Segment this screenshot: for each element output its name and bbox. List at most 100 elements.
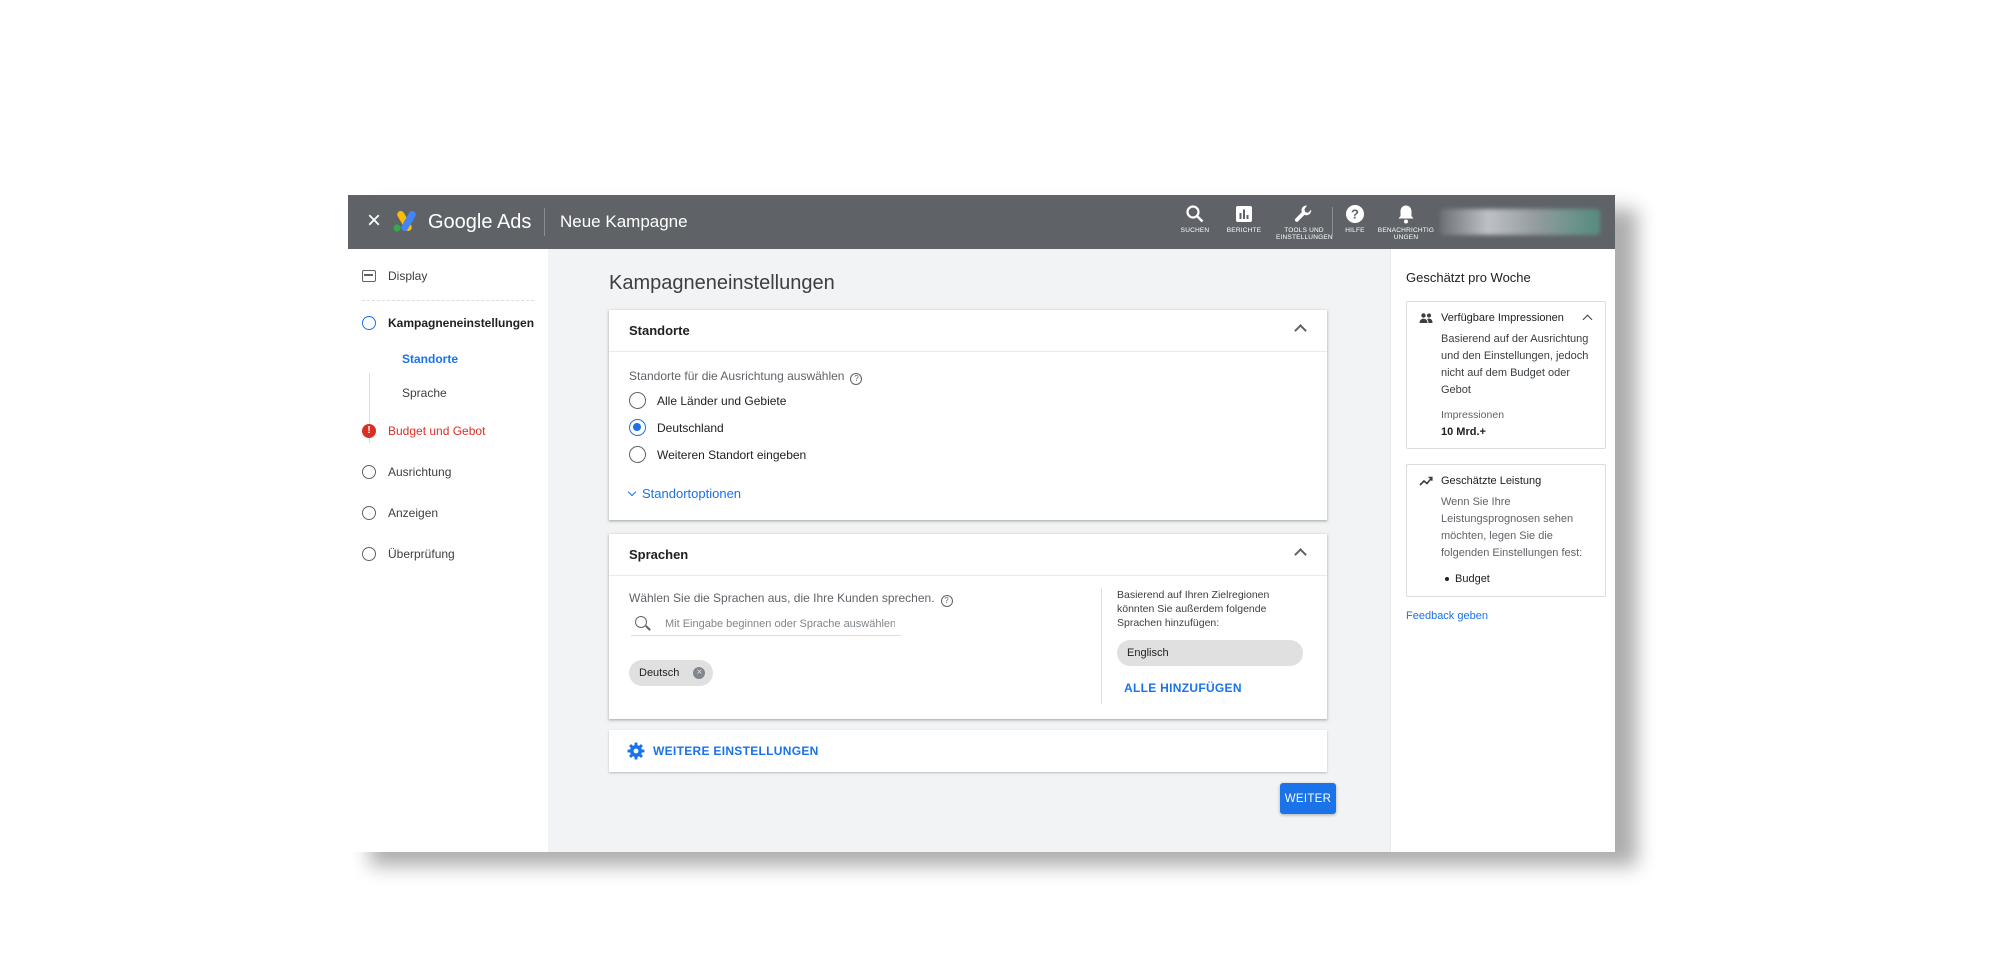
wrench-icon — [1294, 205, 1312, 222]
feedback-link[interactable]: Feedback geben — [1406, 608, 1488, 624]
nav-step-label: Anzeigen — [388, 506, 439, 520]
nav-step-label: Ausrichtung — [388, 465, 452, 479]
next-button[interactable]: WEITER — [1280, 783, 1336, 814]
performance-heading: Geschätzte Leistung — [1441, 475, 1542, 487]
step-circle-icon — [362, 506, 376, 520]
toolbar-help-label: HILFE — [1345, 227, 1365, 234]
impressions-heading: Verfügbare Impressionen — [1441, 312, 1564, 324]
languages-card-title: Sprachen — [629, 547, 689, 562]
toolbar-reports[interactable]: BERICHTE — [1224, 203, 1264, 234]
location-option-label: Alle Länder und Gebiete — [657, 394, 787, 408]
languages-card-header[interactable]: Sprachen — [609, 534, 1327, 576]
account-avatar[interactable] — [1440, 209, 1600, 235]
nav-step-label: Budget und Gebot — [388, 424, 486, 438]
language-search[interactable] — [631, 614, 901, 636]
radio-unchecked-icon[interactable] — [629, 392, 646, 409]
trend-up-icon — [1419, 476, 1433, 486]
impressions-metric-label: Impressionen — [1441, 409, 1505, 421]
nav-campaign-type-label: Display — [388, 269, 428, 283]
page-name: Neue Kampagne — [560, 212, 688, 231]
step-active-icon — [362, 316, 376, 330]
locations-field-label-text: Standorte für die Ausrichtung auswählen — [629, 369, 845, 383]
nav-step-budget[interactable]: Budget und Gebot — [362, 421, 548, 441]
help-icon[interactable]: ? — [940, 595, 953, 607]
language-search-input[interactable] — [665, 616, 895, 632]
help-icon: ? — [1346, 205, 1364, 223]
locations-card-header[interactable]: Standorte — [609, 310, 1327, 352]
nav-campaign-type: Display — [362, 267, 534, 301]
toolbar-help[interactable]: ? HILFE — [1340, 203, 1370, 234]
nav-substep-locations[interactable]: Standorte — [402, 350, 458, 368]
toolbar-separator — [1332, 207, 1333, 237]
remove-chip-icon[interactable]: × — [693, 667, 706, 679]
toolbar-tools-label-1: TOOLS UND — [1284, 227, 1324, 234]
nav-step-campaign-settings[interactable]: Kampagneneinstellungen — [362, 313, 548, 333]
main-content: Kampagneneinstellungen Standorte Standor… — [548, 249, 1390, 852]
location-options-link[interactable]: Standortoptionen — [627, 486, 742, 502]
locations-card: Standorte Standorte für die Ausrichtung … — [609, 310, 1327, 520]
nav-step-label: Kampagneneinstellungen — [388, 316, 535, 330]
nav-step-review[interactable]: Überprüfung — [362, 544, 548, 564]
suggested-language-chip[interactable]: Englisch — [1117, 640, 1303, 666]
impressions-metric-value: 10 Mrd.+ — [1441, 426, 1486, 438]
radio-checked-icon[interactable] — [629, 419, 646, 436]
toolbar-notifications-label-1: BENACHRICHTIG — [1377, 227, 1435, 234]
languages-card: Sprachen Wählen Sie die Sprachen aus, di… — [609, 534, 1327, 719]
estimates-title: Geschätzt pro Woche — [1406, 270, 1531, 285]
suggestion-divider — [1101, 588, 1102, 704]
languages-field-label-text: Wählen Sie die Sprachen aus, die Ihre Ku… — [629, 591, 935, 605]
impressions-description: Basierend auf der Ausrichtung und den Ei… — [1441, 333, 1589, 396]
location-option-label: Weiteren Standort eingeben — [657, 448, 807, 462]
toolbar-search[interactable]: SUCHEN — [1178, 203, 1212, 234]
step-circle-icon — [362, 547, 376, 561]
chevron-up-icon[interactable] — [1294, 324, 1307, 337]
chevron-up-icon[interactable] — [1582, 314, 1593, 325]
close-icon[interactable]: × — [362, 209, 386, 233]
performance-card: Geschätzte Leistung Wenn Sie Ihre Leistu… — [1406, 464, 1606, 597]
bell-icon — [1398, 205, 1414, 224]
svg-text:?: ? — [1351, 207, 1359, 222]
more-settings-label: WEITERE EINSTELLUNGEN — [653, 744, 819, 758]
chevron-down-icon — [627, 487, 637, 497]
performance-description: Wenn Sie Ihre Leistungsprognosen sehen m… — [1441, 496, 1583, 559]
location-option-label: Deutschland — [657, 421, 724, 435]
toolbar-tools[interactable]: TOOLS UND EINSTELLUNGEN — [1276, 203, 1333, 241]
page-title: Kampagneneinstellungen — [609, 272, 835, 294]
performance-bullet: Budget — [1445, 573, 1490, 585]
step-circle-icon — [362, 465, 376, 479]
search-icon — [1186, 205, 1204, 223]
nav-step-ads[interactable]: Anzeigen — [362, 503, 548, 523]
toolbar-search-label: SUCHEN — [1180, 227, 1210, 234]
radio-unchecked-icon[interactable] — [629, 446, 646, 463]
toolbar-notifications[interactable]: BENACHRICHTIG UNGEN — [1376, 203, 1436, 241]
reports-icon — [1236, 206, 1252, 222]
toolbar-reports-label: BERICHTE — [1226, 227, 1262, 234]
languages-field-label: Wählen Sie die Sprachen aus, die Ihre Ku… — [629, 590, 953, 607]
gear-icon — [627, 742, 645, 760]
nav-step-label: Überprüfung — [388, 547, 455, 561]
chevron-up-icon[interactable] — [1294, 548, 1307, 561]
nav-step-targeting[interactable]: Ausrichtung — [362, 462, 548, 482]
language-suggestion-text: Basierend auf Ihren Zielregionen könnten… — [1117, 589, 1270, 629]
app-window: × Google Ads Neue Kampagne SUCHEN BERICH… — [348, 195, 1615, 852]
location-options-link-label: Standortoptionen — [642, 486, 742, 501]
locations-card-title: Standorte — [629, 323, 690, 338]
search-icon — [635, 616, 647, 628]
display-icon — [362, 270, 376, 282]
estimates-panel: Geschätzt pro Woche Verfügbare Impressio… — [1390, 249, 1615, 852]
more-settings-card[interactable]: WEITERE EINSTELLUNGEN — [609, 730, 1327, 772]
help-icon[interactable]: ? — [850, 373, 863, 385]
top-bar: × Google Ads Neue Kampagne SUCHEN BERICH… — [348, 195, 1615, 249]
toolbar-notifications-label-2: UNGEN — [1393, 234, 1419, 241]
selected-language-chip[interactable]: Deutsch × — [629, 660, 714, 686]
add-all-button[interactable]: ALLE HINZUFÜGEN — [1124, 680, 1242, 696]
brand-divider — [544, 208, 545, 236]
google-ads-logo-icon — [393, 211, 416, 232]
impressions-card: Verfügbare Impressionen Basierend auf de… — [1406, 301, 1606, 449]
error-icon — [362, 424, 376, 438]
brand-name: Google Ads — [428, 211, 532, 233]
left-nav: Display Kampagneneinstellungen Standorte… — [348, 249, 548, 852]
nav-substep-language[interactable]: Sprache — [402, 384, 447, 402]
toolbar-tools-label-2: EINSTELLUNGEN — [1276, 234, 1333, 241]
locations-field-label: Standorte für die Ausrichtung auswählen? — [629, 368, 863, 385]
